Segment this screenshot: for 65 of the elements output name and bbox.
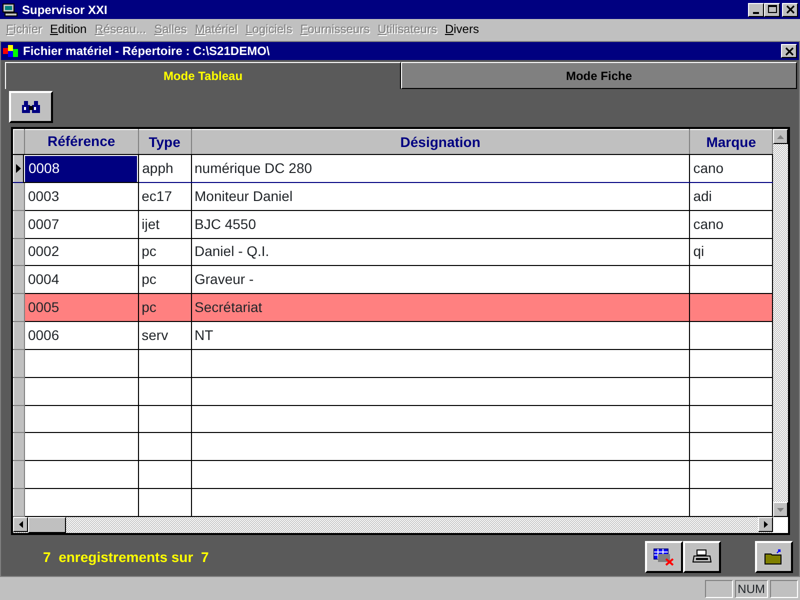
table-cell: NT: [191, 322, 690, 350]
vertical-scrollbar[interactable]: [773, 129, 788, 517]
table-cell: 0008: [24, 154, 138, 182]
status-pane: [704, 580, 733, 598]
printer-icon: [692, 549, 712, 565]
folder-icon: [764, 548, 784, 566]
menu-item[interactable]: Edition: [46, 20, 91, 38]
row-selector[interactable]: [14, 182, 24, 210]
tab[interactable]: Mode Fiche: [401, 62, 797, 89]
table-cell: [138, 432, 191, 461]
tab[interactable]: Mode Tableau: [5, 62, 401, 89]
table-cell: 0002: [24, 238, 138, 266]
close-icon: [784, 4, 796, 15]
window-title: Supervisor XXI: [22, 2, 108, 18]
right-arrow-icon: [764, 521, 768, 528]
table-cell: [138, 405, 191, 433]
table-cell: numérique DC 280: [191, 154, 690, 182]
table-cell: Secrétariat: [191, 294, 690, 322]
print-button[interactable]: [683, 541, 721, 573]
up-arrow-icon: [777, 134, 784, 138]
column-header[interactable]: Type: [138, 130, 191, 155]
binoculars-icon: [22, 100, 40, 114]
status-pane: NUM: [734, 580, 768, 598]
table-cell: 0003: [24, 182, 138, 210]
close-button[interactable]: [782, 2, 798, 16]
table-cell: serv: [138, 322, 191, 350]
minimize-button[interactable]: [748, 2, 764, 16]
app-icon: [2, 2, 18, 16]
down-arrow-icon: [777, 508, 784, 512]
left-arrow-icon: [18, 521, 22, 528]
maximize-icon: [766, 4, 778, 15]
window-title: Fichier matériel - Répertoire : C:\S21DEMO\: [23, 43, 270, 60]
table-cell: [138, 349, 191, 378]
table-cell: ijet: [138, 210, 191, 238]
table-cell: [138, 460, 191, 488]
row-header: [14, 130, 24, 155]
delete-grid-button[interactable]: [645, 541, 683, 573]
binoculars-button[interactable]: [9, 91, 53, 123]
close-button[interactable]: [781, 44, 797, 58]
table-cell: pc: [138, 294, 191, 322]
scroll-thumb[interactable]: [28, 517, 66, 533]
table-cell: ec17: [138, 182, 191, 210]
row-pointer-icon: [16, 164, 22, 173]
folder-button[interactable]: [755, 541, 793, 573]
table-cell: 0005: [24, 294, 138, 322]
document-icon: [3, 45, 19, 57]
table-cell: apph: [138, 154, 191, 182]
table-cell: [138, 377, 191, 405]
table-cell: 0006: [24, 322, 138, 350]
horizontal-scrollbar[interactable]: [13, 517, 788, 533]
close-icon: [784, 46, 794, 56]
table-cell: Daniel - Q.I.: [191, 238, 690, 266]
status-pane: [770, 580, 798, 598]
minimize-icon: [753, 12, 759, 14]
grid-delete-icon: [653, 548, 675, 566]
menu-item[interactable]: Divers: [440, 20, 483, 38]
column-header[interactable]: Désignation: [191, 130, 690, 155]
column-header[interactable]: Marque: [690, 130, 772, 155]
column-header[interactable]: Référence: [24, 130, 138, 155]
maximize-button[interactable]: [764, 2, 780, 16]
table-cell: Moniteur Daniel: [191, 182, 690, 210]
table-cell: BJC 4550: [191, 210, 690, 238]
table-cell: 0007: [24, 210, 138, 238]
table-cell: pc: [138, 238, 191, 266]
record-count: 7 enregistrements sur 7: [43, 548, 209, 567]
